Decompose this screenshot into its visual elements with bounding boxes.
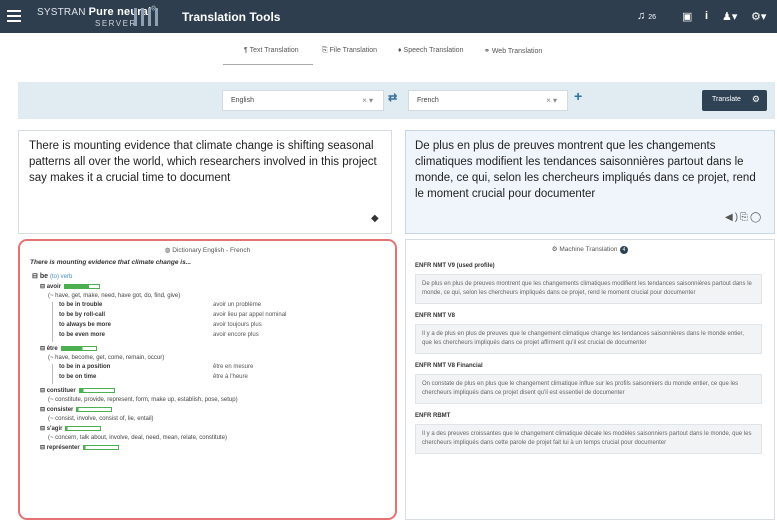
synonyms: (~ consist, involve, consist of, lie, en…: [48, 416, 154, 422]
sense-representer[interactable]: ⊟ représenter: [40, 444, 387, 451]
bell-icon: ♫: [637, 10, 646, 22]
user-icon[interactable]: ♟▾: [722, 10, 737, 23]
translate-button[interactable]: Translate ⚙: [702, 90, 767, 111]
swap-languages-icon[interactable]: ⇄: [388, 91, 397, 104]
docs-icon[interactable]: ▣: [682, 10, 692, 23]
add-language-icon[interactable]: +: [574, 88, 582, 104]
phrase-row: to always be more avoir toujours plus: [52, 322, 387, 332]
engine-output[interactable]: On constate de plus en plus que le chang…: [415, 374, 762, 404]
top-bar: SYSTRAN Pure neural® SERVER Translation …: [0, 0, 777, 33]
globe-icon: ◍: [164, 247, 171, 254]
mic-icon: ♦: [398, 47, 402, 54]
info-icon[interactable]: i: [705, 10, 708, 22]
tab-underline: [223, 64, 313, 65]
dictionary-context: There is mounting evidence that climate …: [30, 259, 192, 266]
app-title: Translation Tools: [182, 10, 281, 24]
speaker-icon[interactable]: ◀): [725, 212, 740, 223]
source-language-select[interactable]: English × ▾: [222, 90, 384, 111]
clear-dropdown-icon[interactable]: × ▾: [546, 96, 557, 105]
synonyms: (~ constitute, provide, represent, form,…: [48, 397, 238, 403]
machine-translation-title: ⚙ Machine Translation 4: [415, 245, 765, 254]
language-bar: English × ▾ ⇄ French × ▾ + Translate ⚙: [18, 82, 775, 119]
tab-speech-translation[interactable]: ♦ Speech Translation: [398, 47, 463, 54]
paragraph-icon: ¶: [244, 47, 248, 54]
sense-constituer[interactable]: ⊟ constituer: [40, 387, 387, 394]
link-icon: ⚭: [484, 48, 490, 55]
sense-avoir[interactable]: ⊟ avoir: [40, 283, 387, 290]
engine-name: ENFR RBMT: [415, 413, 451, 419]
eraser-icon[interactable]: ◆: [371, 213, 379, 224]
frequency-bar: [64, 283, 101, 289]
tab-text-translation[interactable]: ¶ Text Translation: [244, 47, 299, 54]
synonyms: (~ concern, talk about, involve, deal, n…: [48, 435, 227, 441]
engine-output[interactable]: Il y a des preuves croissantes que le ch…: [415, 424, 762, 454]
phrase-row: to be on time être à l'heure: [52, 374, 387, 384]
menu-icon[interactable]: [7, 10, 21, 22]
sense-consister[interactable]: ⊟ consister: [40, 406, 387, 413]
gear-icon[interactable]: ⚙: [752, 94, 760, 105]
phrase-row: to be in a position être en mesure: [52, 364, 387, 374]
sense-sagir[interactable]: ⊟ s'agir: [40, 425, 387, 432]
target-actions: ◀)⎘◯: [725, 212, 763, 223]
file-icon: ⎘: [322, 47, 328, 54]
synonyms: (~ have, become, get, come, remain, occu…: [48, 355, 165, 361]
phrase-row: to be by roll-call avoir lieu par appel n…: [52, 312, 387, 322]
frequency-bar: [65, 425, 102, 431]
dictionary-title: ◍ Dictionary English - French: [164, 247, 251, 254]
notifications-button[interactable]: ♫ 26: [637, 10, 656, 22]
count-badge: 4: [619, 246, 629, 254]
dictionary-panel: ◍ Dictionary English - French There is m…: [18, 239, 397, 520]
frequency-bar: [76, 406, 113, 412]
frequency-bar: [60, 345, 97, 351]
engine-output[interactable]: De plus en plus de preuves montrent que …: [415, 274, 762, 304]
copy-icon[interactable]: ⎘: [740, 212, 750, 223]
dictionary-lemma[interactable]: ⊟ be (to) verb: [32, 272, 387, 280]
brand-bars-icon: [134, 8, 164, 26]
sense-etre[interactable]: ⊟ être: [40, 345, 387, 352]
target-text-area[interactable]: De plus en plus de preuves montrent que …: [405, 130, 775, 234]
phrase-row: to be in trouble avoir un problème: [52, 302, 387, 312]
engine-name: ENFR NMT V8 Financial: [415, 363, 483, 369]
tab-file-translation[interactable]: ⎘ File Translation: [322, 47, 377, 55]
target-language-select[interactable]: French × ▾: [408, 90, 568, 111]
clear-dropdown-icon[interactable]: × ▾: [362, 96, 373, 105]
comment-icon[interactable]: ◯: [750, 212, 763, 223]
engine-output[interactable]: Il y a de plus en plus de preuves que le…: [415, 324, 762, 354]
engine-name: ENFR NMT V9 (used profile): [415, 263, 495, 269]
synonyms: (~ have, get, make, need, have got, do, …: [48, 293, 181, 299]
phrase-row: to be even more avoir encore plus: [52, 332, 387, 342]
frequency-bar: [78, 387, 115, 393]
settings-icon[interactable]: ⚙▾: [751, 10, 766, 23]
frequency-bar: [82, 444, 119, 450]
machine-translation-panel: ⚙ Machine Translation 4 ENFR NMT V9 (used…: [405, 239, 775, 520]
gear-icon: ⚙: [551, 246, 558, 253]
source-text-area[interactable]: There is mounting evidence that climate …: [18, 130, 392, 234]
engine-name: ENFR NMT V8: [415, 313, 456, 319]
tab-web-translation[interactable]: ⚭ Web Translation: [484, 47, 542, 55]
